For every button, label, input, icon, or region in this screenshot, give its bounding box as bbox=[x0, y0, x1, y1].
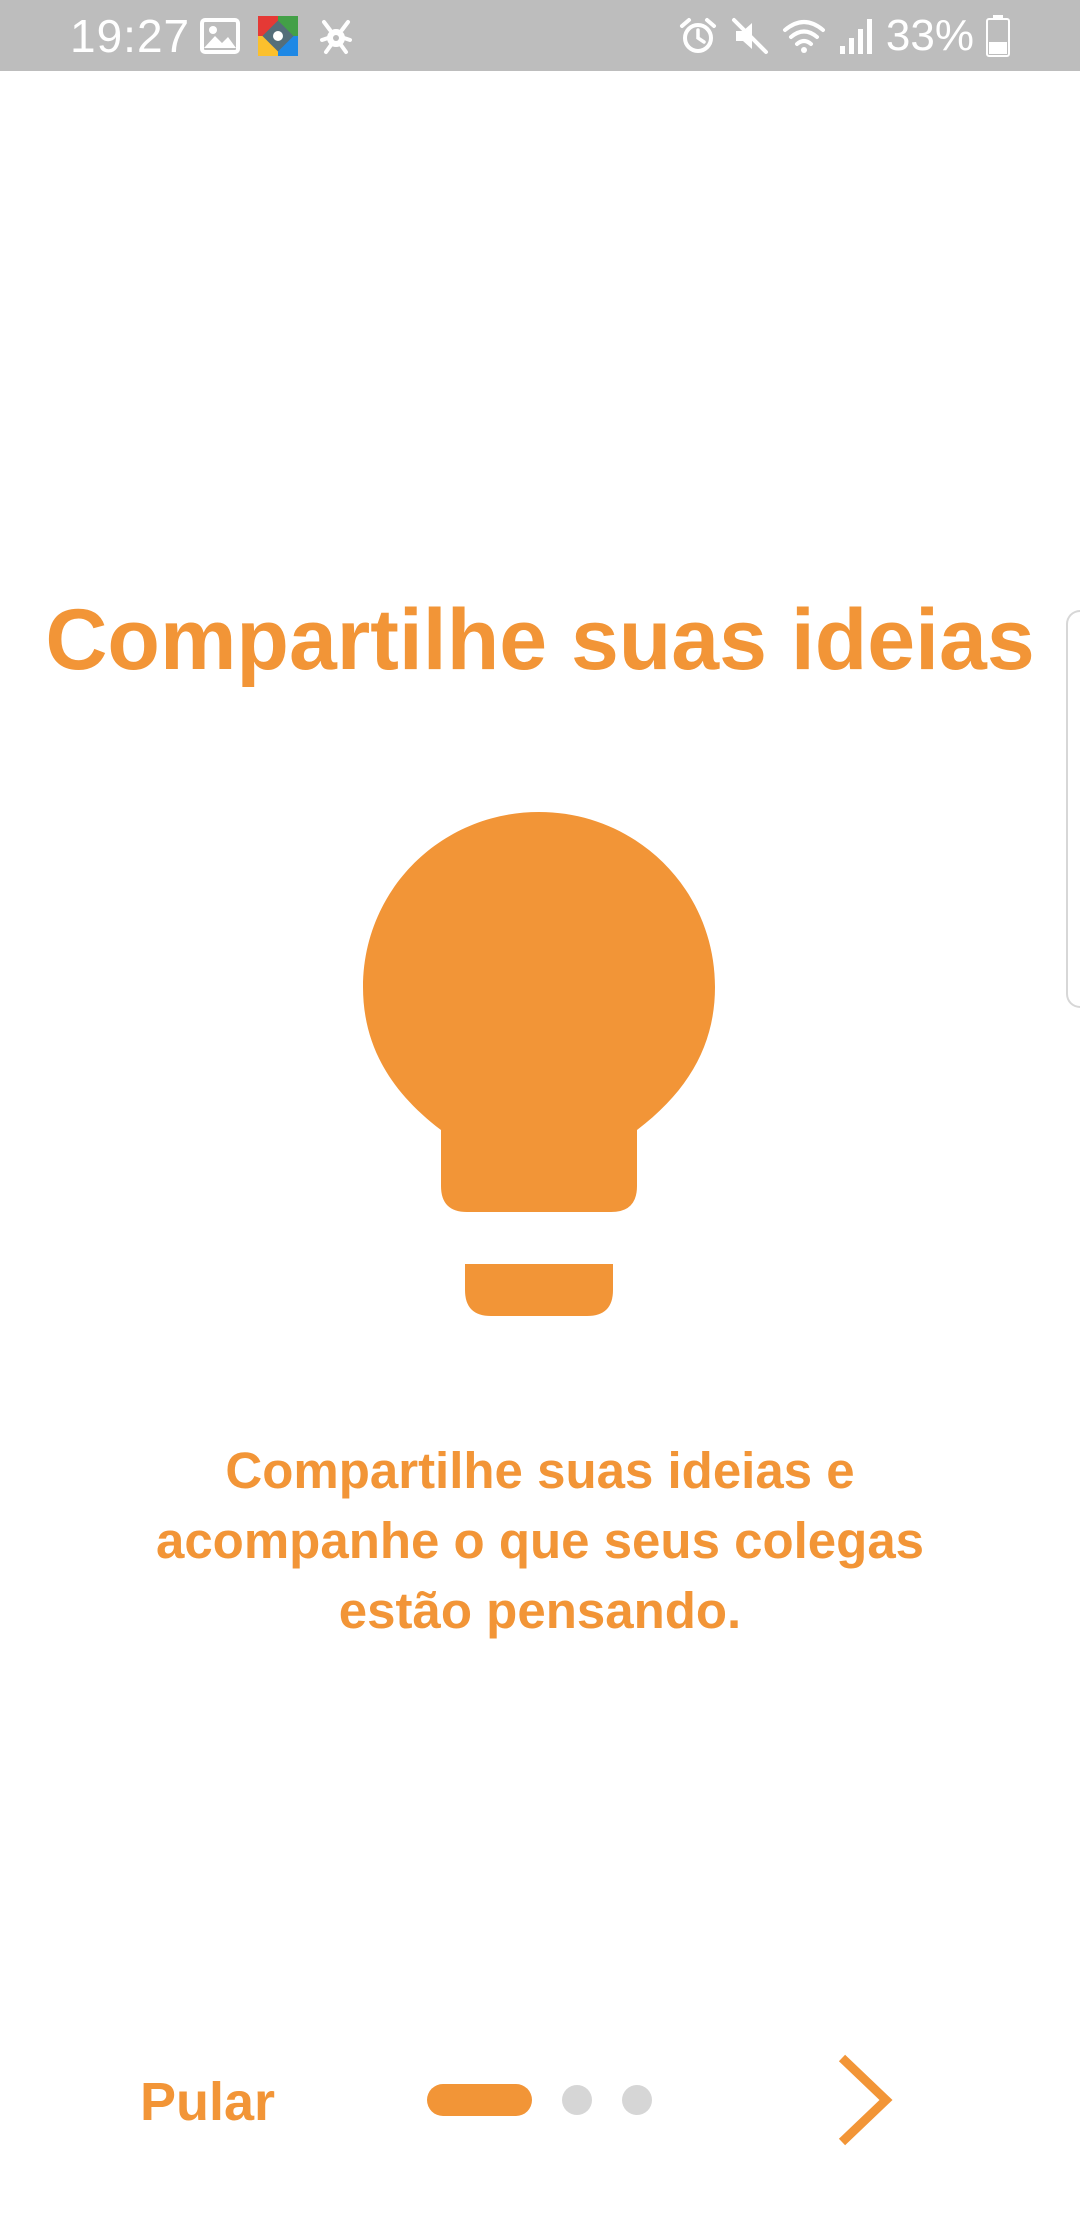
status-time: 19:27 bbox=[70, 10, 191, 62]
description-line: Compartilhe suas ideias e bbox=[225, 1442, 855, 1499]
signal-icon bbox=[839, 19, 872, 54]
battery-percent: 33% bbox=[885, 11, 974, 60]
app-icon bbox=[258, 16, 298, 56]
lightbulb-icon bbox=[363, 812, 715, 1316]
onboarding-description: Compartilhe suas ideias e acompanhe o qu… bbox=[90, 1436, 990, 1646]
crab-icon bbox=[320, 20, 352, 54]
mute-icon bbox=[731, 18, 768, 54]
page-indicator bbox=[427, 2084, 652, 2116]
status-icons-right: 33% bbox=[678, 12, 1010, 60]
edge-panel-handle[interactable] bbox=[1066, 610, 1080, 1008]
skip-button[interactable]: Pular bbox=[140, 2070, 275, 2134]
description-line: estão pensando. bbox=[338, 1582, 742, 1639]
description-line: acompanhe o que seus colegas bbox=[155, 1512, 925, 1569]
onboarding-title: Compartilhe suas ideias bbox=[45, 592, 1035, 688]
battery-icon bbox=[986, 15, 1010, 57]
wifi-icon bbox=[782, 20, 825, 53]
page-dot bbox=[562, 2085, 592, 2115]
alarm-icon bbox=[679, 18, 716, 53]
chevron-right-icon[interactable] bbox=[830, 2050, 900, 2150]
page-dot bbox=[622, 2085, 652, 2115]
status-icons-left bbox=[200, 14, 356, 58]
onboarding-screen: 19:27 33% Compartilhe suas ideias Compar… bbox=[0, 0, 1080, 2220]
status-bar: 19:27 33% bbox=[0, 0, 1080, 71]
gallery-icon bbox=[200, 18, 240, 54]
page-dot-active bbox=[427, 2084, 532, 2116]
